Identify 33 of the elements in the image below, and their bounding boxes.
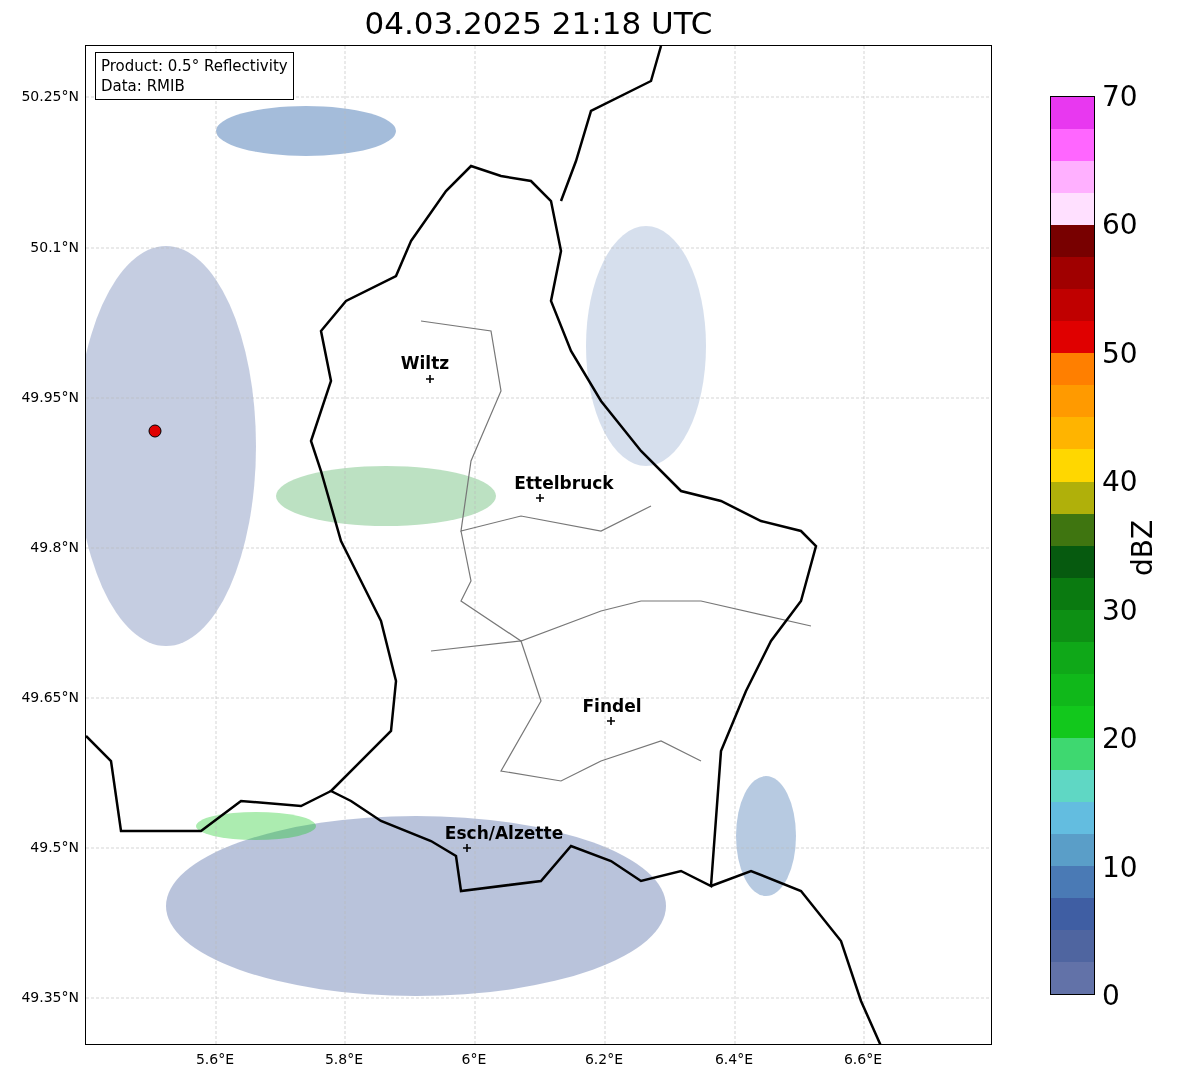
latitude-label: 49.65°N <box>21 689 79 705</box>
cross-marker-icon <box>536 494 544 502</box>
longitude-label: 6°E <box>461 1051 487 1067</box>
colorbar-tick-label: 10 <box>1102 850 1138 884</box>
info-text: Data: RMIB <box>101 76 186 96</box>
cross-marker-icon <box>607 717 615 725</box>
cross-marker-icon <box>426 375 434 383</box>
latitude-label: 50.25°N <box>21 88 79 104</box>
colorbar-tick-label: 0 <box>1102 978 1120 1012</box>
info-text: Product: 0.5° Reflectivity <box>101 56 288 76</box>
longitude-label: 6.4°E <box>714 1051 754 1067</box>
colorbar-tick-label: 50 <box>1102 336 1138 370</box>
cross-marker-icon <box>463 844 471 852</box>
colorbar-tick-label: 20 <box>1102 721 1138 755</box>
chart-title: 04.03.2025 21:18 UTC <box>363 3 714 43</box>
city-label: Esch/Alzette <box>444 823 564 843</box>
longitude-label: 6.6°E <box>843 1051 883 1067</box>
colorbar-tick-label: 60 <box>1102 207 1138 241</box>
latitude-label: 49.35°N <box>21 989 79 1005</box>
longitude-label: 5.6°E <box>195 1051 235 1067</box>
colorbar-tick-label: 40 <box>1102 464 1138 498</box>
city-label: Wiltz <box>400 353 450 373</box>
colorbar-tick-label: 30 <box>1102 593 1138 627</box>
longitude-label: 5.8°E <box>324 1051 364 1067</box>
longitude-label: 6.2°E <box>584 1051 624 1067</box>
latitude-label: 49.5°N <box>30 839 79 855</box>
latitude-label: 49.95°N <box>21 389 79 405</box>
latitude-label: 49.8°N <box>30 539 79 555</box>
colorbar-label: dBZ <box>1125 519 1159 577</box>
city-label: Ettelbruck <box>514 473 614 493</box>
latitude-label: 50.1°N <box>30 239 79 255</box>
city-label: Findel <box>582 696 642 716</box>
colorbar-tick-label: 70 <box>1102 79 1138 113</box>
